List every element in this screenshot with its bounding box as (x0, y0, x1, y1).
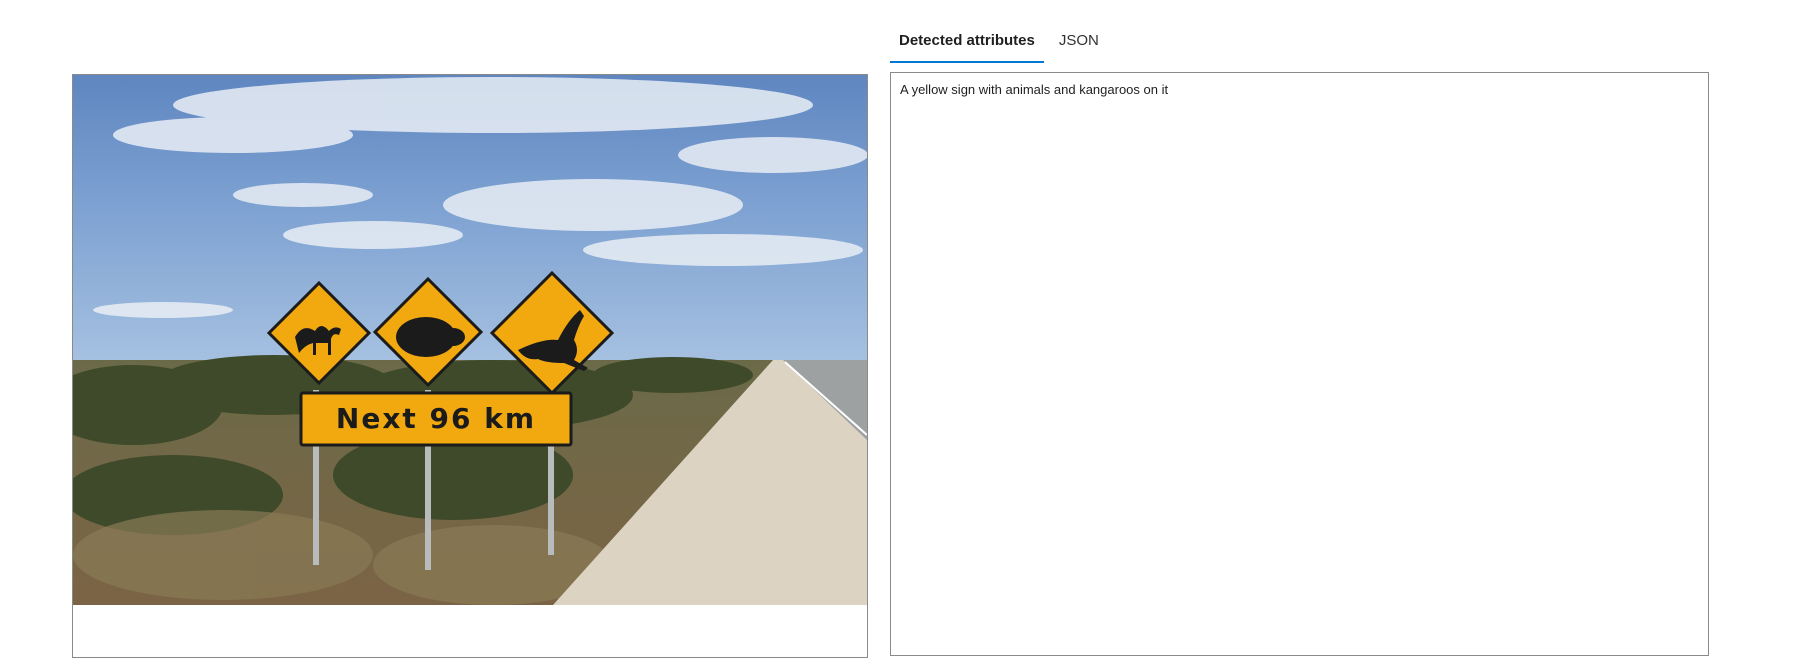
image-preview-panel: Next 96 km (72, 74, 868, 658)
road-signs-photo (73, 75, 867, 605)
result-tabs: Detected attributes JSON (890, 24, 1114, 63)
tab-json[interactable]: JSON (1050, 24, 1108, 60)
result-panel: A yellow sign with animals and kangaroos… (890, 72, 1709, 656)
caption-text: A yellow sign with animals and kangaroos… (900, 82, 1169, 97)
image-footer (73, 605, 867, 657)
sign-text: Next 96 km (335, 402, 537, 435)
tab-detected-attributes[interactable]: Detected attributes (890, 24, 1044, 63)
